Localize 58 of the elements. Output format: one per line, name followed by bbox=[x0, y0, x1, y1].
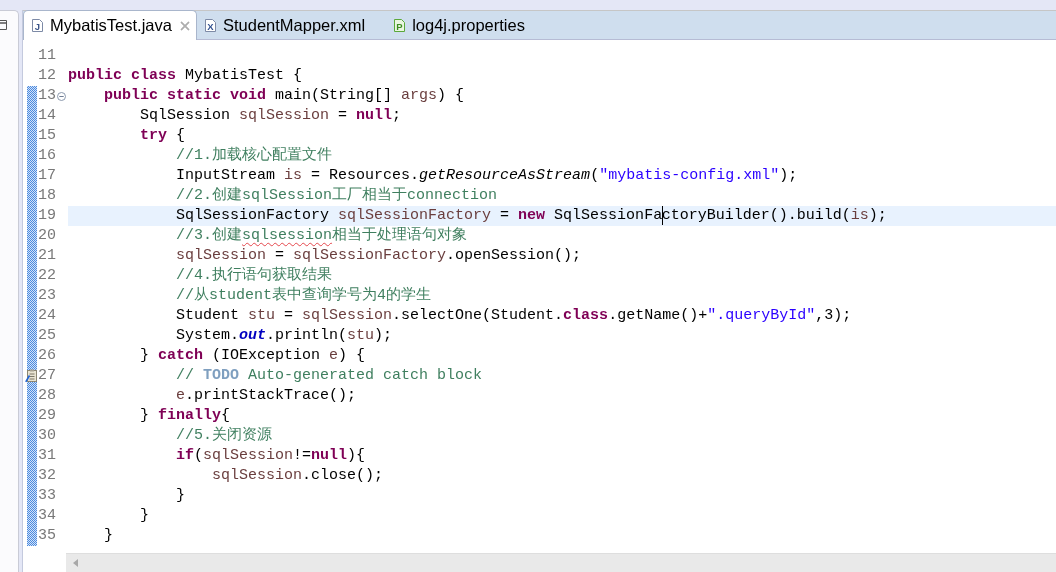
line-number: 34 bbox=[37, 506, 56, 526]
line-number: 25 bbox=[37, 326, 56, 346]
line-number: 12 bbox=[37, 66, 56, 86]
window-icon[interactable] bbox=[0, 20, 7, 30]
code-line: //2.创建sqlSession工厂相当于connection bbox=[176, 186, 498, 206]
line-number: 27 bbox=[37, 366, 56, 386]
line-number: 11 bbox=[37, 46, 56, 66]
code-line: if(sqlSession!=null){ bbox=[176, 446, 366, 466]
line-number: 28 bbox=[37, 386, 56, 406]
line-number: 30 bbox=[37, 426, 56, 446]
code-line: SqlSession sqlSession = null; bbox=[140, 106, 402, 126]
code-line: } bbox=[176, 486, 186, 506]
line-number: 13 bbox=[37, 86, 56, 106]
code-line: public class MybatisTest { bbox=[68, 66, 303, 86]
code-line: // TODO Auto-generated catch block bbox=[176, 366, 483, 386]
code-line: } finally{ bbox=[140, 406, 231, 426]
code-line: sqlSession.close(); bbox=[212, 466, 384, 486]
code-line: e.printStackTrace(); bbox=[176, 386, 357, 406]
collapse-icon[interactable] bbox=[57, 91, 66, 101]
code-line: Student stu = sqlSession.selectOne(Student.class.getName()+".queryById",3); bbox=[176, 306, 852, 326]
line-number: 29 bbox=[37, 406, 56, 426]
code-line: public static void main(String[] args) { bbox=[104, 86, 465, 106]
code-line: try { bbox=[140, 126, 186, 146]
code-line: //4.执行语句获取结果 bbox=[176, 266, 333, 286]
code-line: InputStream is = Resources.getResourceAsStream("mybatis-config.xml"); bbox=[176, 166, 798, 186]
line-number: 32 bbox=[37, 466, 56, 486]
code-line: //1.加载核心配置文件 bbox=[176, 146, 333, 166]
line-number: 26 bbox=[37, 346, 56, 366]
line-number: 31 bbox=[37, 446, 56, 466]
code-line: //5.关闭资源 bbox=[176, 426, 273, 446]
properties-file-icon: P bbox=[394, 18, 406, 32]
line-number: 15 bbox=[37, 126, 56, 146]
line-number: 33 bbox=[37, 486, 56, 506]
line-number: 16 bbox=[37, 146, 56, 166]
editor-tab[interactable]: X StudentMapper.xml bbox=[196, 11, 387, 39]
line-number: 17 bbox=[37, 166, 56, 186]
code-line: //3.创建sqlsession相当于处理语句对象 bbox=[176, 226, 468, 246]
editor-tab[interactable]: P log4j.properties bbox=[386, 11, 546, 39]
java-file-icon: J bbox=[32, 19, 43, 32]
line-number: 35 bbox=[37, 526, 56, 546]
horizontal-scrollbar[interactable] bbox=[66, 553, 1056, 572]
line-number: 20 bbox=[37, 226, 56, 246]
line-number: 22 bbox=[37, 266, 56, 286]
line-number: 14 bbox=[37, 106, 56, 126]
line-number: 18 bbox=[37, 186, 56, 206]
line-number: 21 bbox=[37, 246, 56, 266]
code-line: } bbox=[104, 526, 113, 546]
code-line: } bbox=[140, 506, 149, 526]
line-number: 23 bbox=[37, 286, 56, 306]
close-icon[interactable] bbox=[179, 20, 190, 31]
editor-tab[interactable]: J MybatisTest.java bbox=[23, 10, 197, 40]
code-line: sqlSession = sqlSessionFactory.openSession(); bbox=[176, 246, 582, 266]
code-line: //从student表中查询学号为4的学生 bbox=[176, 286, 432, 306]
xml-file-icon: X bbox=[204, 18, 216, 32]
code-line: System.out.println(stu); bbox=[176, 326, 393, 346]
code-line: } catch (IOException e) { bbox=[140, 346, 366, 366]
line-number: 24 bbox=[37, 306, 56, 326]
line-number: 19 bbox=[37, 206, 56, 226]
